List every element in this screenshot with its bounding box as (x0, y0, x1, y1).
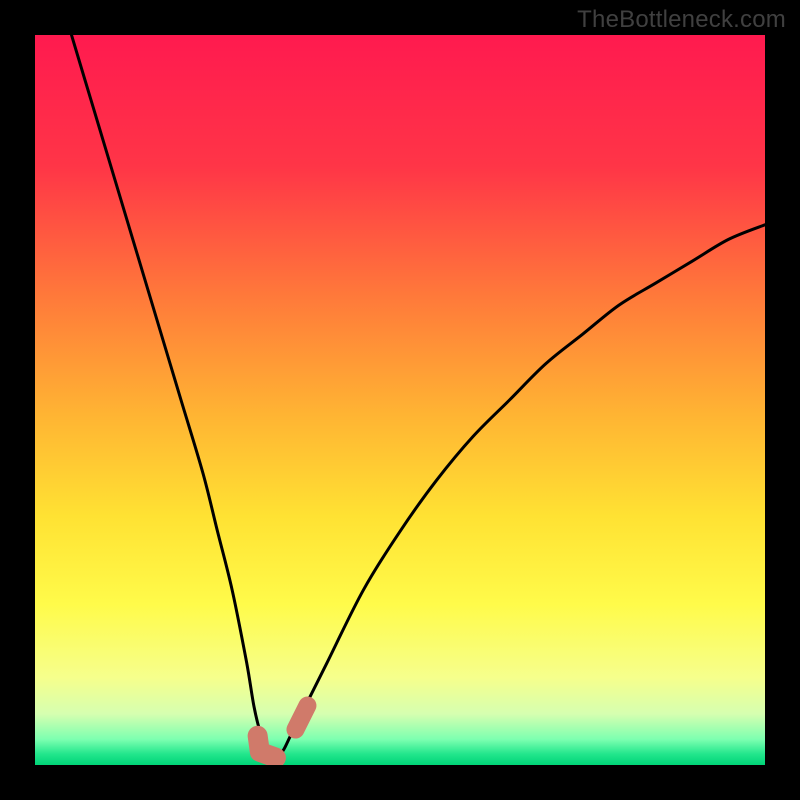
plot-area (35, 35, 765, 765)
chart-frame: TheBottleneck.com (0, 0, 800, 800)
watermark-text: TheBottleneck.com (577, 6, 786, 34)
marker-right-dash (295, 706, 307, 730)
marker-left-cluster (258, 736, 276, 758)
bottleneck-curve (35, 35, 765, 765)
